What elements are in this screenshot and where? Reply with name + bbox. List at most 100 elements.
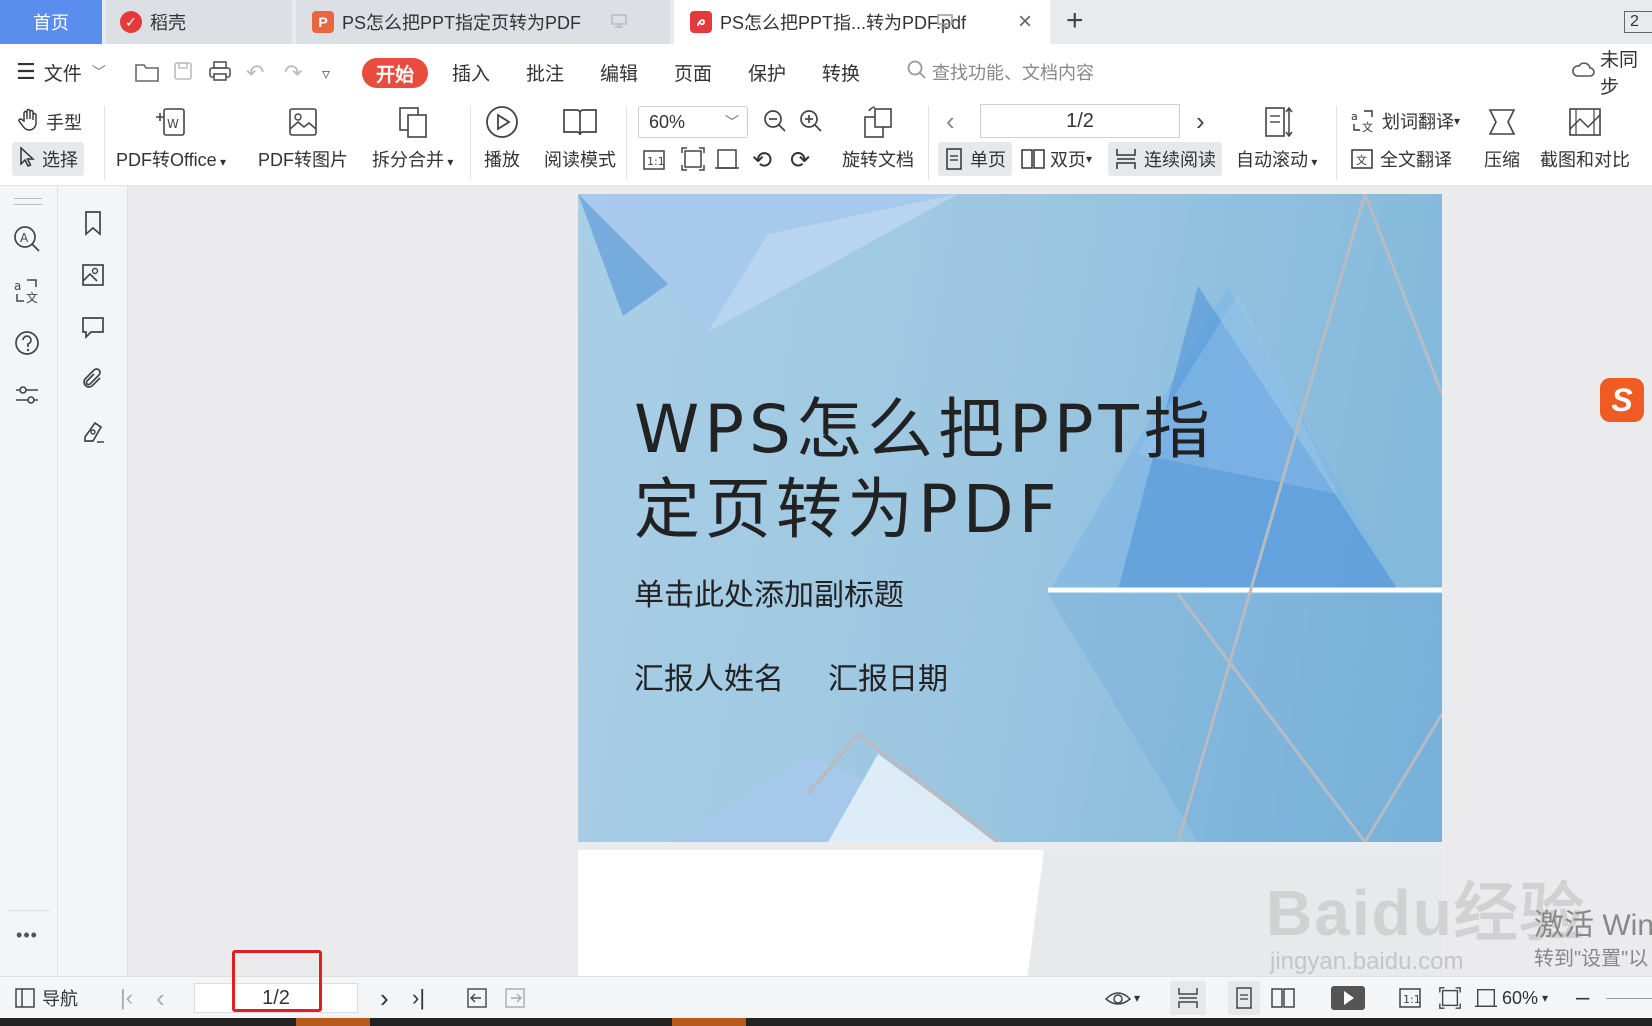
word-translate-button[interactable]: a文 划词翻译 ▾	[1350, 104, 1460, 138]
tab-ppt-document[interactable]: P PS怎么把PPT指定页转为PDF	[296, 0, 670, 44]
single-page-button[interactable]: 单页	[938, 142, 1012, 176]
taskbar-app-indicator[interactable]	[672, 1018, 746, 1026]
prev-page-status-button[interactable]: ‹	[156, 977, 165, 1019]
auto-scroll-icon	[1260, 100, 1294, 144]
rotate-document-button[interactable]: 旋转文档	[842, 100, 914, 172]
menu-annotate-label: 批注	[526, 63, 565, 85]
select-tool-button[interactable]: 选择	[12, 142, 84, 176]
new-tab-button[interactable]: +	[1066, 4, 1084, 38]
menu-protect-tab[interactable]: 保护	[748, 44, 786, 100]
zoom-status-select[interactable]: 60% ▾	[1474, 977, 1548, 1019]
save-icon[interactable]	[172, 60, 194, 88]
more-options-icon[interactable]: •••	[12, 920, 42, 950]
comment-icon[interactable]	[78, 312, 108, 342]
zoom-select[interactable]: 60% ﹀	[638, 106, 748, 138]
undo-icon[interactable]: ↶	[246, 60, 264, 86]
open-folder-icon[interactable]	[134, 60, 160, 90]
double-page-status-button[interactable]	[1270, 977, 1296, 1019]
svg-text:a: a	[14, 279, 21, 293]
redo-icon[interactable]: ↷	[284, 60, 302, 86]
tab-pdf-document[interactable]: PS怎么把PPT指...转为PDF.pdf ×	[674, 0, 1050, 44]
zoom-out-status-button[interactable]: –	[1576, 977, 1589, 1019]
rail-divider	[14, 198, 42, 199]
single-page-status-button[interactable]	[1228, 981, 1260, 1015]
double-page-button[interactable]: 双页 ▾	[1020, 142, 1092, 176]
help-icon[interactable]	[12, 328, 42, 358]
fit-page-status-button[interactable]	[1438, 977, 1462, 1019]
sync-status[interactable]: 未同步	[1570, 44, 1652, 100]
zoom-slider-track[interactable]	[1606, 998, 1652, 999]
windows-activate-subtext: 转到"设置"以	[1534, 948, 1649, 970]
document-canvas[interactable]: WPS怎么把PPT指定页转为PDF 单击此处添加副标题 汇报人姓名 汇报日期	[128, 186, 1652, 976]
page-number-input[interactable]: 1/2	[980, 104, 1180, 138]
next-page-button[interactable]: ›	[1196, 106, 1205, 137]
hand-tool-button[interactable]: 手型	[18, 106, 82, 138]
continuous-read-label: 连续阅读	[1144, 150, 1216, 170]
menu-insert-tab[interactable]: 插入	[452, 44, 490, 100]
tab-daoke[interactable]: ✓ 稻壳	[106, 0, 292, 44]
fit-page-button[interactable]	[680, 146, 706, 172]
menu-annotate-tab[interactable]: 批注	[526, 44, 564, 100]
sogou-ime-icon[interactable]: S	[1600, 378, 1644, 422]
next-page-status-button[interactable]: ›	[380, 977, 389, 1019]
thumbnail-image-icon[interactable]	[78, 260, 108, 290]
fit-width-button[interactable]	[714, 146, 740, 172]
monitor-icon[interactable]	[936, 12, 954, 35]
continuous-mode-status-button[interactable]	[1170, 981, 1206, 1015]
attachment-icon[interactable]	[78, 364, 108, 394]
file-menu[interactable]: ☰ 文件 ﹀	[16, 44, 106, 100]
monitor-icon[interactable]	[610, 12, 628, 35]
actual-size-button[interactable]: 1:1	[642, 148, 666, 172]
file-menu-label: 文件	[43, 63, 82, 85]
continuous-read-button[interactable]: 连续阅读	[1108, 142, 1222, 176]
left-tool-rail: A a文 •••	[0, 186, 58, 976]
compress-button[interactable]: 压缩	[1484, 100, 1520, 172]
rail-divider	[14, 204, 42, 205]
screenshot-compare-label: 截图和对比	[1540, 150, 1630, 170]
rotate-left-icon[interactable]: ⟲	[752, 146, 772, 175]
tab-bar: 首页 ✓ 稻壳 P PS怎么把PPT指定页转为PDF PS怎么把PPT指...转…	[0, 0, 1652, 44]
word-translate-label: 划词翻译	[1382, 112, 1454, 132]
function-search[interactable]: 查找功能、文档内容	[906, 44, 1094, 100]
back-view-button[interactable]	[466, 977, 488, 1019]
navigation-toggle[interactable]: 导航	[14, 977, 78, 1019]
actual-size-status-button[interactable]: 1:1	[1398, 977, 1422, 1019]
taskbar-app-indicator[interactable]	[296, 1018, 370, 1026]
screenshot-compare-button[interactable]: 截图和对比	[1540, 100, 1630, 172]
auto-scroll-button[interactable]: 自动滚动 ▾	[1236, 100, 1317, 172]
pdf-to-image-button[interactable]: PDF转图片	[258, 100, 348, 172]
read-mode-button[interactable]: 阅读模式	[544, 100, 616, 172]
rotate-right-icon[interactable]: ⟳	[790, 146, 810, 175]
pdf-to-office-button[interactable]: W PDF转Office ▾	[116, 100, 226, 172]
window-count-badge[interactable]: 2	[1624, 11, 1652, 33]
bookmark-icon[interactable]	[78, 208, 108, 238]
full-translate-button[interactable]: 文 全文翻译	[1350, 142, 1452, 176]
play-button[interactable]: 播放	[484, 100, 520, 172]
last-page-button[interactable]: ›|	[412, 977, 425, 1019]
play-status-button[interactable]	[1330, 977, 1366, 1019]
text-search-icon[interactable]: A	[12, 224, 42, 254]
hamburger-icon: ☰	[16, 59, 36, 84]
menu-edit-tab[interactable]: 编辑	[600, 44, 638, 100]
close-tab-icon[interactable]: ×	[1018, 8, 1032, 36]
translate-icon[interactable]: a文	[12, 276, 42, 306]
forward-view-button[interactable]	[504, 977, 526, 1019]
customize-toolbar-icon[interactable]: ▿	[322, 64, 330, 84]
print-icon[interactable]	[208, 60, 232, 88]
menu-convert-tab[interactable]: 转换	[822, 44, 860, 100]
chevron-down-icon: ﹀	[725, 114, 739, 130]
first-page-button[interactable]: |‹	[120, 977, 133, 1019]
zoom-in-button[interactable]	[798, 108, 824, 134]
split-merge-button[interactable]: 拆分合并 ▾	[372, 100, 453, 172]
prev-page-button[interactable]: ‹	[946, 106, 955, 137]
tab-home[interactable]: 首页	[0, 0, 102, 44]
zoom-out-button[interactable]	[762, 108, 788, 134]
settings-sliders-icon[interactable]	[12, 380, 42, 410]
double-page-icon	[1271, 988, 1295, 1008]
signature-pen-icon[interactable]	[78, 416, 108, 446]
menu-page-tab[interactable]: 页面	[674, 44, 712, 100]
fit-width-icon	[715, 149, 739, 169]
menu-start-tab[interactable]: 开始	[362, 58, 428, 88]
eye-protection-button[interactable]: ▾	[1104, 977, 1140, 1019]
cloud-icon	[1570, 59, 1596, 85]
